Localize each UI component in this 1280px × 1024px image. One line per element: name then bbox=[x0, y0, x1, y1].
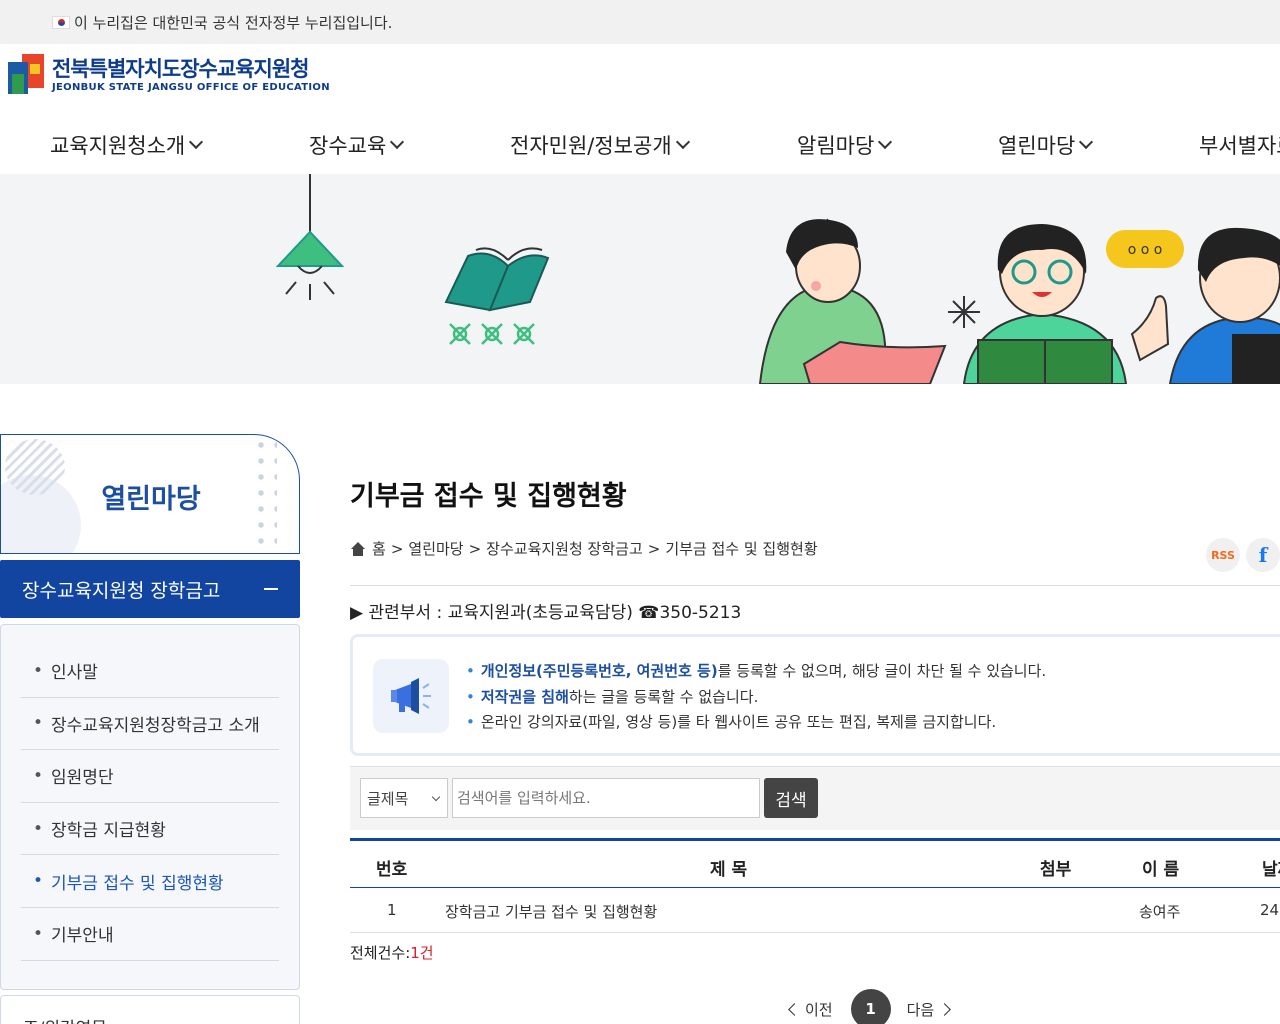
notice-line-3: • 온라인 강의자료(파일, 영상 등)를 타 웹사이트 공유 또는 편집, 복제… bbox=[466, 713, 997, 731]
korea-flag-icon bbox=[52, 15, 70, 29]
sidebar-group-scholarship[interactable]: 장수교육지원청 장학금고 bbox=[0, 560, 300, 618]
collapse-icon bbox=[264, 588, 278, 590]
search-bar: 글제목 검색 bbox=[350, 766, 1280, 830]
sidebar-item-payment-status[interactable]: 장학금 지급현황 bbox=[21, 803, 279, 856]
svg-text:o o o: o o o bbox=[1128, 242, 1163, 258]
sidebar-item-officers[interactable]: 임원명단 bbox=[21, 750, 279, 803]
nav-item-about[interactable]: 교육지원청소개 bbox=[50, 130, 204, 160]
kid-book-icon bbox=[962, 224, 1128, 384]
table-header: 번호 제 목 첨부 이 름 날짜 bbox=[350, 838, 1280, 888]
total-count: 전체건수:1건 bbox=[350, 944, 434, 962]
sidebar-group-next[interactable]: 조/위강연목 bbox=[0, 995, 300, 1024]
page-title: 기부금 접수 및 집행현황 bbox=[350, 481, 627, 512]
home-icon[interactable] bbox=[350, 541, 366, 556]
chevron-down-icon bbox=[1079, 134, 1094, 150]
pagination: 이전 1 다음 bbox=[788, 989, 952, 1024]
row-date: 24.08.29 bbox=[1260, 901, 1280, 919]
logo-mark-icon bbox=[8, 52, 46, 96]
sidebar-title: 열린마당 bbox=[101, 484, 201, 515]
sidebar-item-intro[interactable]: 장수교육지원청장학금고 소개 bbox=[21, 698, 279, 751]
row-title-link[interactable]: 장학금고 기부금 접수 및 집행현황 bbox=[445, 901, 657, 922]
nav-item-open-square[interactable]: 열린마당 bbox=[998, 130, 1094, 160]
site-logo[interactable]: 전북특별자치도장수교육지원청 JEONBUK STATE JANGSU OFFI… bbox=[8, 52, 330, 96]
nav-item-e-petition[interactable]: 전자민원/정보공개 bbox=[510, 130, 690, 160]
chevron-left-icon[interactable] bbox=[788, 1002, 801, 1016]
col-attach: 첨부 bbox=[1040, 860, 1072, 880]
sidebar-submenu: 인사말 장수교육지원청장학금고 소개 임원명단 장학금 지급현황 기부금 접수 … bbox=[0, 624, 300, 990]
next-page-button[interactable]: 다음 bbox=[907, 999, 935, 1020]
breadcrumb-home[interactable]: 홈 bbox=[372, 538, 386, 559]
kid-reading-icon bbox=[758, 218, 947, 384]
sidebar-item-donation-status[interactable]: 기부금 접수 및 집행현황 bbox=[21, 855, 279, 908]
notice-box: • 개인정보(주민등록번호, 여권번호 등)를 등록할 수 없으며, 해당 글이 … bbox=[350, 634, 1280, 756]
chevron-down-icon bbox=[675, 134, 690, 150]
logo-title-kr: 전북특별자치도장수교육지원청 bbox=[52, 56, 309, 81]
col-date: 날짜 bbox=[1262, 860, 1280, 880]
col-title: 제 목 bbox=[710, 860, 748, 880]
notice-line-1: • 개인정보(주민등록번호, 여권번호 등)를 등록할 수 없으며, 해당 글이 … bbox=[466, 662, 1047, 680]
prev-page-button[interactable]: 이전 bbox=[805, 999, 833, 1020]
book-icon bbox=[444, 247, 550, 312]
main-nav: 교육지원청소개 장수교육 전자민원/정보공개 알림마당 열린마당 부서별자료 bbox=[0, 118, 1280, 174]
board-table: 번호 제 목 첨부 이 름 날짜 1 장학금고 기부금 접수 및 집행현황 송여… bbox=[350, 838, 1280, 933]
gov-banner: 이 누리집은 대한민국 공식 전자정부 누리집입니다. bbox=[0, 0, 1280, 44]
share-buttons: RSS f bbox=[1206, 538, 1280, 572]
sidebar-title-box: 열린마당 bbox=[0, 434, 300, 554]
hero-illustration: o o o bbox=[275, 174, 1280, 384]
hero-banner: o o o bbox=[0, 174, 1280, 384]
logo-title-en: JEONBUK STATE JANGSU OFFICE OF EDUCATION bbox=[52, 81, 330, 93]
breadcrumb: 홈 > 열린마당 > 장수교육지원청 장학금고 > 기부금 접수 및 집행현황 bbox=[350, 538, 818, 559]
breadcrumb-scholarship[interactable]: 장수교육지원청 장학금고 bbox=[486, 538, 643, 559]
rss-icon[interactable]: RSS bbox=[1206, 538, 1240, 572]
sidebar-item-greeting[interactable]: 인사말 bbox=[21, 645, 279, 698]
notice-line-2: • 저작권을 침해하는 글을 등록할 수 없습니다. bbox=[466, 687, 759, 706]
lamp-icon bbox=[275, 230, 345, 267]
divider bbox=[350, 585, 1280, 586]
row-no: 1 bbox=[387, 901, 397, 919]
nav-item-dept-data[interactable]: 부서별자료 bbox=[1199, 130, 1280, 160]
gov-banner-text: 이 누리집은 대한민국 공식 전자정부 누리집입니다. bbox=[74, 13, 393, 32]
chevron-down-icon bbox=[390, 134, 405, 150]
search-input[interactable] bbox=[452, 778, 760, 818]
chevron-right-icon[interactable] bbox=[938, 1002, 952, 1016]
search-button[interactable]: 검색 bbox=[764, 778, 818, 818]
nav-item-notice[interactable]: 알림마당 bbox=[797, 130, 893, 160]
breadcrumb-current: 기부금 접수 및 집행현황 bbox=[665, 540, 818, 558]
row-name: 송여주 bbox=[1139, 903, 1181, 921]
breadcrumb-open-square[interactable]: 열린마당 bbox=[408, 538, 463, 559]
related-dept: ▶ 관련부서 : 교육지원과(초등교육담당) ☎350-5213 bbox=[350, 603, 742, 623]
col-no: 번호 bbox=[376, 860, 408, 880]
megaphone-icon bbox=[373, 659, 449, 733]
sidebar-item-donation-guide[interactable]: 기부안내 bbox=[21, 908, 279, 961]
facebook-icon[interactable]: f bbox=[1246, 538, 1280, 572]
search-field-select[interactable]: 글제목 bbox=[360, 778, 448, 818]
current-page[interactable]: 1 bbox=[850, 989, 891, 1024]
chevron-down-icon bbox=[431, 792, 441, 802]
chevron-down-icon bbox=[189, 134, 204, 150]
sidebar: 열린마당 장수교육지원청 장학금고 인사말 장수교육지원청장학금고 소개 임원명… bbox=[0, 434, 300, 1024]
table-row[interactable]: 1 장학금고 기부금 접수 및 집행현황 송여주 24.08.29 bbox=[350, 888, 1280, 933]
col-name: 이 름 bbox=[1142, 860, 1180, 880]
nav-item-jangsu-edu[interactable]: 장수교육 bbox=[309, 130, 405, 160]
chevron-down-icon bbox=[878, 134, 893, 150]
